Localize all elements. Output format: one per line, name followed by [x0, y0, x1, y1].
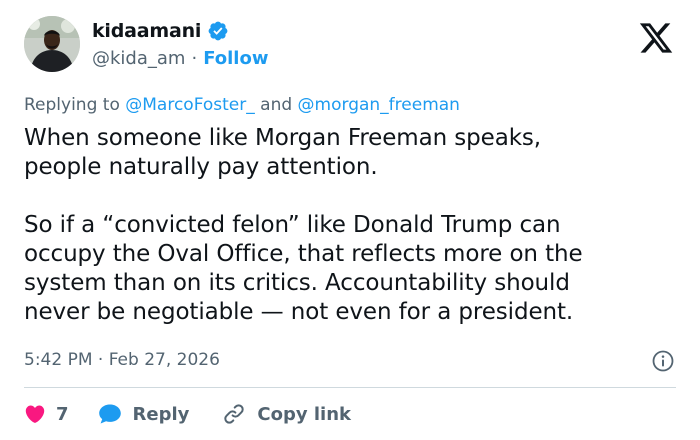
info-icon[interactable]: [651, 349, 675, 373]
author-handle-row: @kida_am · Follow: [92, 48, 268, 69]
tweet-timestamp[interactable]: 5:42 PM · Feb 27, 2026: [24, 350, 220, 370]
tweet-text: When someone like Morgan Freeman speaks,…: [24, 124, 684, 327]
tweet-line: So if a “convicted felon” like Donald Tr…: [24, 212, 561, 238]
follow-button[interactable]: Follow: [203, 48, 268, 69]
tweet-line: When someone like Morgan Freeman speaks,: [24, 125, 542, 151]
tweet-line: occupy the Oval Office, that reflects mo…: [24, 241, 583, 267]
avatar-image: [24, 16, 80, 72]
tweet-line: system than on its critics. Accountabili…: [24, 270, 570, 296]
replying-joiner: and: [260, 95, 293, 115]
tweet-card: kidaamani @kida_am · Follow Replying to …: [0, 0, 700, 440]
like-button[interactable]: 7: [24, 403, 69, 425]
copy-link-button[interactable]: Copy link: [221, 402, 351, 426]
tweet-line: never be negotiable — not even for a pre…: [24, 299, 574, 325]
action-bar: 7 Reply Copy link: [24, 402, 351, 426]
mention-link[interactable]: @MarcoFoster_: [125, 95, 255, 115]
author-avatar[interactable]: [24, 16, 80, 72]
author-display-name[interactable]: kidaamani: [92, 20, 201, 42]
replying-to-line: Replying to @MarcoFoster_ and @morgan_fr…: [24, 95, 460, 115]
reply-label: Reply: [132, 403, 190, 425]
x-logo-icon[interactable]: [638, 20, 674, 56]
reply-bubble-icon: [98, 404, 121, 424]
author-handle[interactable]: @kida_am: [92, 48, 185, 69]
like-count: 7: [56, 403, 69, 425]
heart-icon: [25, 405, 45, 423]
mention-link[interactable]: @morgan_freeman: [298, 95, 460, 115]
author-name-row: kidaamani: [92, 20, 229, 42]
handle-separator: ·: [191, 48, 198, 69]
tweet-line: people naturally pay attention.: [24, 154, 378, 180]
reply-button[interactable]: Reply: [97, 402, 190, 426]
replying-prefix: Replying to: [24, 95, 120, 115]
copy-link-label: Copy link: [257, 403, 351, 425]
divider: [24, 387, 676, 388]
link-icon: [224, 404, 245, 424]
verified-badge-icon: [207, 20, 229, 42]
